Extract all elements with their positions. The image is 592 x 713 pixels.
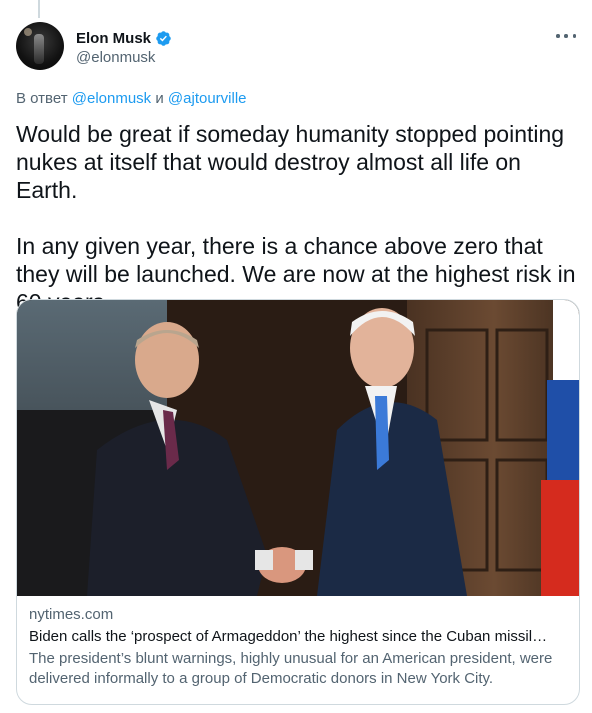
verified-badge-icon	[155, 30, 172, 47]
tweet-header: Elon Musk @elonmusk	[16, 22, 576, 72]
thread-connector-line	[38, 0, 40, 18]
tweet-text: Would be great if someday humanity stopp…	[16, 121, 576, 315]
link-card-title[interactable]: Biden calls the ‘prospect of Armageddon’…	[29, 627, 567, 647]
author-handle[interactable]: @elonmusk	[76, 49, 172, 66]
link-card-domain: nytimes.com	[29, 606, 114, 623]
link-card[interactable]: nytimes.com Biden calls the ‘prospect of…	[16, 299, 580, 705]
author-display-name[interactable]: Elon Musk	[76, 30, 151, 47]
link-card-image[interactable]	[17, 300, 579, 596]
link-card-description: The president’s blunt warnings, highly u…	[29, 650, 553, 687]
reply-to-link-ajtourville[interactable]: @ajtourville	[168, 90, 247, 107]
reply-to-line: В ответ @elonmusk и @ajtourville	[16, 90, 247, 107]
reply-to-link-elonmusk[interactable]: @elonmusk	[72, 90, 151, 107]
more-options-icon[interactable]	[556, 28, 576, 44]
reply-conjunction: и	[155, 90, 164, 107]
avatar[interactable]	[16, 22, 64, 70]
author-block: Elon Musk @elonmusk	[76, 28, 172, 66]
link-card-meta: nytimes.com Biden calls the ‘prospect of…	[17, 596, 579, 689]
reply-prefix: В ответ	[16, 90, 68, 107]
